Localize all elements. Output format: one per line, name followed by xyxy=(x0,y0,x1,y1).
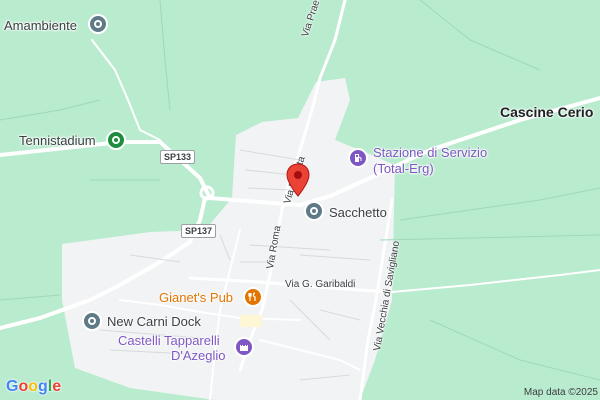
map-marker-circle-icon[interactable] xyxy=(88,14,108,34)
map-base-layer xyxy=(0,0,600,400)
track-3 xyxy=(379,234,600,241)
track-8 xyxy=(0,99,101,121)
poi-sacchetto[interactable]: Sacchetto xyxy=(329,205,387,220)
map-marker-circle-icon[interactable] xyxy=(304,201,324,221)
poi-new-carni-dock[interactable]: New Carni Dock xyxy=(107,314,201,329)
fuel-pump-glyph xyxy=(355,154,362,162)
poi-castelli-line1[interactable]: Castelli Tapparelli xyxy=(118,333,220,348)
map-canvas[interactable]: Via Praetta Via Praetta Via Roma Via G. … xyxy=(0,0,600,400)
google-logo-letter: o xyxy=(18,378,29,395)
road-shield-sp133: SP133 xyxy=(160,150,196,164)
urban-area xyxy=(62,78,395,400)
track-6 xyxy=(429,319,600,381)
google-logo-letter: g xyxy=(38,378,48,395)
yellow-block xyxy=(240,315,262,327)
fuel-pump-icon[interactable] xyxy=(348,148,368,168)
google-logo-letter: o xyxy=(28,378,39,395)
poi-castelli-line2[interactable]: D'Azeglio xyxy=(171,348,226,363)
place-cascine-cerio[interactable]: Cascine Cerio xyxy=(500,104,593,120)
fork-knife-glyph xyxy=(248,292,256,301)
track-1 xyxy=(159,0,171,111)
road-shield-sp137: SP137 xyxy=(181,224,217,238)
poi-stazione-line2[interactable]: (Total-Erg) xyxy=(373,161,434,176)
map-marker-circle-icon[interactable] xyxy=(82,311,102,331)
road-east-lower xyxy=(391,269,600,293)
road-north-branch xyxy=(91,39,161,141)
fork-knife-icon[interactable] xyxy=(243,287,263,307)
castle-icon[interactable] xyxy=(234,337,254,357)
poi-stazione-line1[interactable]: Stazione di Servizio xyxy=(373,145,487,160)
map-attribution[interactable]: Map data ©2025 xyxy=(524,387,598,398)
poi-gianets-pub[interactable]: Gianet's Pub xyxy=(159,290,233,305)
red-location-pin-icon[interactable] xyxy=(285,163,311,197)
track-7 xyxy=(419,0,541,71)
poi-amambiente[interactable]: Amambiente xyxy=(4,18,77,33)
google-logo[interactable]: Google xyxy=(6,378,61,396)
castle-glyph xyxy=(240,345,248,351)
poi-tennistadium[interactable]: Tennistadium xyxy=(19,133,96,148)
track-2 xyxy=(399,187,600,221)
road-label-via-garibaldi: Via G. Garibaldi xyxy=(285,279,356,290)
track-4 xyxy=(0,294,61,301)
google-logo-letter: e xyxy=(52,378,62,395)
sport-venue-icon[interactable] xyxy=(106,130,126,150)
google-logo-letter: G xyxy=(6,378,19,395)
